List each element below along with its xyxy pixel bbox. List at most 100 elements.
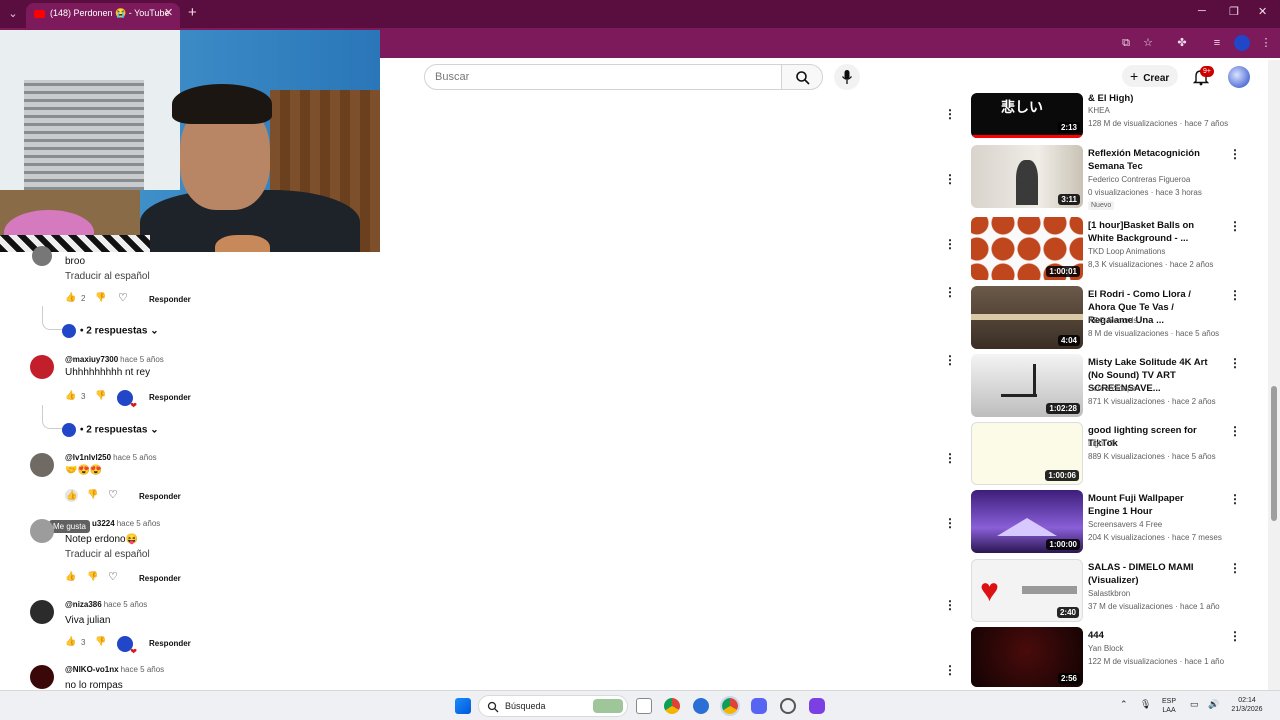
- video-title[interactable]: 444: [1088, 629, 1216, 642]
- network-icon[interactable]: ▭: [1190, 700, 1199, 709]
- page-scrollbar[interactable]: [1268, 60, 1280, 690]
- recommended-video[interactable]: 1:00:01 [1 hour]Basket Balls on White Ba…: [971, 217, 1261, 281]
- video-title[interactable]: Mount Fuji Wallpaper Engine 1 Hour: [1088, 492, 1216, 518]
- video-menu-icon[interactable]: ⋮: [1229, 492, 1241, 506]
- video-menu-icon[interactable]: ⋮: [1229, 629, 1241, 643]
- recommended-video[interactable]: 1:00:06 good lighting screen for TikTok …: [971, 422, 1261, 486]
- video-channel[interactable]: KDG Records: [1088, 316, 1137, 325]
- heart-icon[interactable]: ♡: [118, 291, 128, 304]
- recommended-video[interactable]: 1:02:28 Misty Lake Solitude 4K Art (No S…: [971, 354, 1261, 418]
- comment-menu-icon[interactable]: ⋮: [944, 237, 956, 251]
- voice-search-button[interactable]: [834, 64, 860, 90]
- video-menu-icon[interactable]: ⋮: [1229, 147, 1241, 161]
- new-tab-button[interactable]: +: [188, 4, 197, 21]
- maximize-button[interactable]: ❐: [1229, 5, 1239, 18]
- chrome-icon[interactable]: [664, 698, 680, 714]
- comment-username[interactable]: @niza386: [65, 600, 102, 609]
- heart-icon[interactable]: ♡: [108, 570, 118, 583]
- view-replies-button[interactable]: • 2 respuestas ⌄: [62, 423, 159, 437]
- dislike-icon[interactable]: 👎: [87, 571, 98, 582]
- language-indicator[interactable]: ESP LAA: [1162, 697, 1176, 715]
- comment-avatar[interactable]: [30, 519, 54, 543]
- translate-link[interactable]: Traducir al español: [65, 271, 150, 282]
- video-thumbnail[interactable]: 4:04: [971, 286, 1083, 349]
- comment-menu-icon[interactable]: ⋮: [944, 451, 956, 465]
- video-channel[interactable]: Screensavers 4 Free: [1088, 520, 1162, 529]
- reply-button[interactable]: Responder: [149, 639, 191, 648]
- dislike-icon[interactable]: 👎: [95, 390, 106, 401]
- tray-mic-icon[interactable]: 🎙: [1140, 700, 1151, 709]
- video-channel[interactable]: Salastkbron: [1088, 589, 1130, 598]
- video-channel[interactable]: TKD Loop Animations: [1088, 247, 1165, 256]
- close-window-button[interactable]: ✕: [1258, 5, 1267, 18]
- comment-time[interactable]: hace 5 años: [113, 453, 157, 462]
- dislike-icon[interactable]: 👎: [95, 292, 106, 303]
- comment-avatar[interactable]: [30, 453, 54, 477]
- video-channel[interactable]: Yan Block: [1088, 644, 1123, 653]
- volume-icon[interactable]: 🔊: [1208, 700, 1219, 709]
- translate-link[interactable]: Traducir al español: [65, 549, 150, 560]
- comment-avatar[interactable]: [30, 600, 54, 624]
- video-title[interactable]: SALAS - DIMELO MAMI (Visualizer): [1088, 561, 1216, 587]
- comment-menu-icon[interactable]: ⋮: [944, 172, 956, 186]
- recommended-video[interactable]: 悲しい 2:13 & El High) KHEA 128 M de visual…: [971, 93, 1261, 138]
- video-channel[interactable]: KHEA: [1088, 106, 1110, 115]
- comment-menu-icon[interactable]: ⋮: [944, 285, 956, 299]
- search-input[interactable]: Buscar: [424, 64, 782, 90]
- dislike-icon[interactable]: 👎: [95, 636, 106, 647]
- comment-menu-icon[interactable]: ⋮: [944, 598, 956, 612]
- reply-button[interactable]: Responder: [149, 295, 191, 304]
- comment-avatar[interactable]: [30, 355, 54, 379]
- video-thumbnail[interactable]: 1:00:01: [971, 217, 1083, 280]
- chrome-active-icon[interactable]: [720, 696, 740, 716]
- video-channel[interactable]: ScreenScape: [1088, 384, 1136, 393]
- tab-close-icon[interactable]: ✕: [164, 6, 173, 19]
- video-thumbnail[interactable]: 1:00:00: [971, 490, 1083, 553]
- media-controls-icon[interactable]: ≡: [1209, 35, 1225, 51]
- install-app-icon[interactable]: ⧉: [1118, 35, 1134, 51]
- video-thumbnail[interactable]: 3:11: [971, 145, 1083, 208]
- video-menu-icon[interactable]: ⋮: [1229, 356, 1241, 370]
- tab-list-chevron-icon[interactable]: ⌄: [4, 5, 22, 23]
- comment-time[interactable]: hace 5 años: [120, 355, 164, 364]
- video-thumbnail[interactable]: ♥ 2:40: [971, 559, 1083, 622]
- video-thumbnail[interactable]: 2:56: [971, 627, 1083, 687]
- like-icon[interactable]: 👍: [65, 390, 76, 401]
- recommended-video[interactable]: 1:00:00 Mount Fuji Wallpaper Engine 1 Ho…: [971, 490, 1261, 554]
- comment-username[interactable]: @NIKO-vo1nx: [65, 665, 119, 674]
- video-title[interactable]: Reflexión Metacognición Semana Tec: [1088, 147, 1216, 173]
- minimize-button[interactable]: ─: [1198, 5, 1206, 17]
- video-thumbnail[interactable]: 1:00:06: [971, 422, 1083, 485]
- comment-avatar[interactable]: [32, 246, 52, 266]
- video-menu-icon[interactable]: ⋮: [1229, 424, 1241, 438]
- like-icon[interactable]: 👍: [65, 489, 79, 502]
- recommended-video[interactable]: 2:56 444 Yan Block 122 M de visualizacio…: [971, 627, 1261, 687]
- scrollbar-thumb[interactable]: [1271, 386, 1277, 521]
- browser-menu-icon[interactable]: ⋮: [1258, 35, 1274, 51]
- clock[interactable]: 02:14 21/3/2026: [1226, 696, 1268, 714]
- video-thumbnail[interactable]: 悲しい 2:13: [971, 93, 1083, 138]
- heart-icon[interactable]: ♡: [108, 488, 118, 501]
- search-button[interactable]: [781, 64, 823, 90]
- comment-username[interactable]: u3224: [92, 519, 115, 528]
- reply-button[interactable]: Responder: [139, 574, 181, 583]
- comment-menu-icon[interactable]: ⋮: [944, 107, 956, 121]
- browser-tab[interactable]: (148) Perdonen 😭 - YouTube ✕: [26, 3, 180, 28]
- comment-time[interactable]: hace 5 años: [121, 665, 165, 674]
- taskbar-search[interactable]: Búsqueda: [478, 695, 628, 717]
- reply-button[interactable]: Responder: [139, 492, 181, 501]
- profile-icon[interactable]: [1234, 35, 1250, 51]
- create-button[interactable]: + Crear: [1122, 65, 1178, 87]
- recommended-video[interactable]: ♥ 2:40 SALAS - DIMELO MAMI (Visualizer) …: [971, 559, 1261, 623]
- view-replies-button[interactable]: • 2 respuestas ⌄: [62, 324, 159, 338]
- video-thumbnail[interactable]: 1:02:28: [971, 354, 1083, 417]
- comment-username[interactable]: @lv1nlvl250: [65, 453, 111, 462]
- like-icon[interactable]: 👍: [65, 571, 76, 582]
- video-menu-icon[interactable]: ⋮: [1229, 288, 1241, 302]
- video-channel[interactable]: Federico Contreras Figueroa: [1088, 175, 1190, 184]
- bookmark-star-icon[interactable]: ☆: [1140, 35, 1156, 51]
- comment-menu-icon[interactable]: ⋮: [944, 353, 956, 367]
- tray-chevron-icon[interactable]: ⌃: [1120, 700, 1128, 709]
- comment-menu-icon[interactable]: ⋮: [944, 663, 956, 677]
- dislike-icon[interactable]: 👎: [87, 489, 98, 500]
